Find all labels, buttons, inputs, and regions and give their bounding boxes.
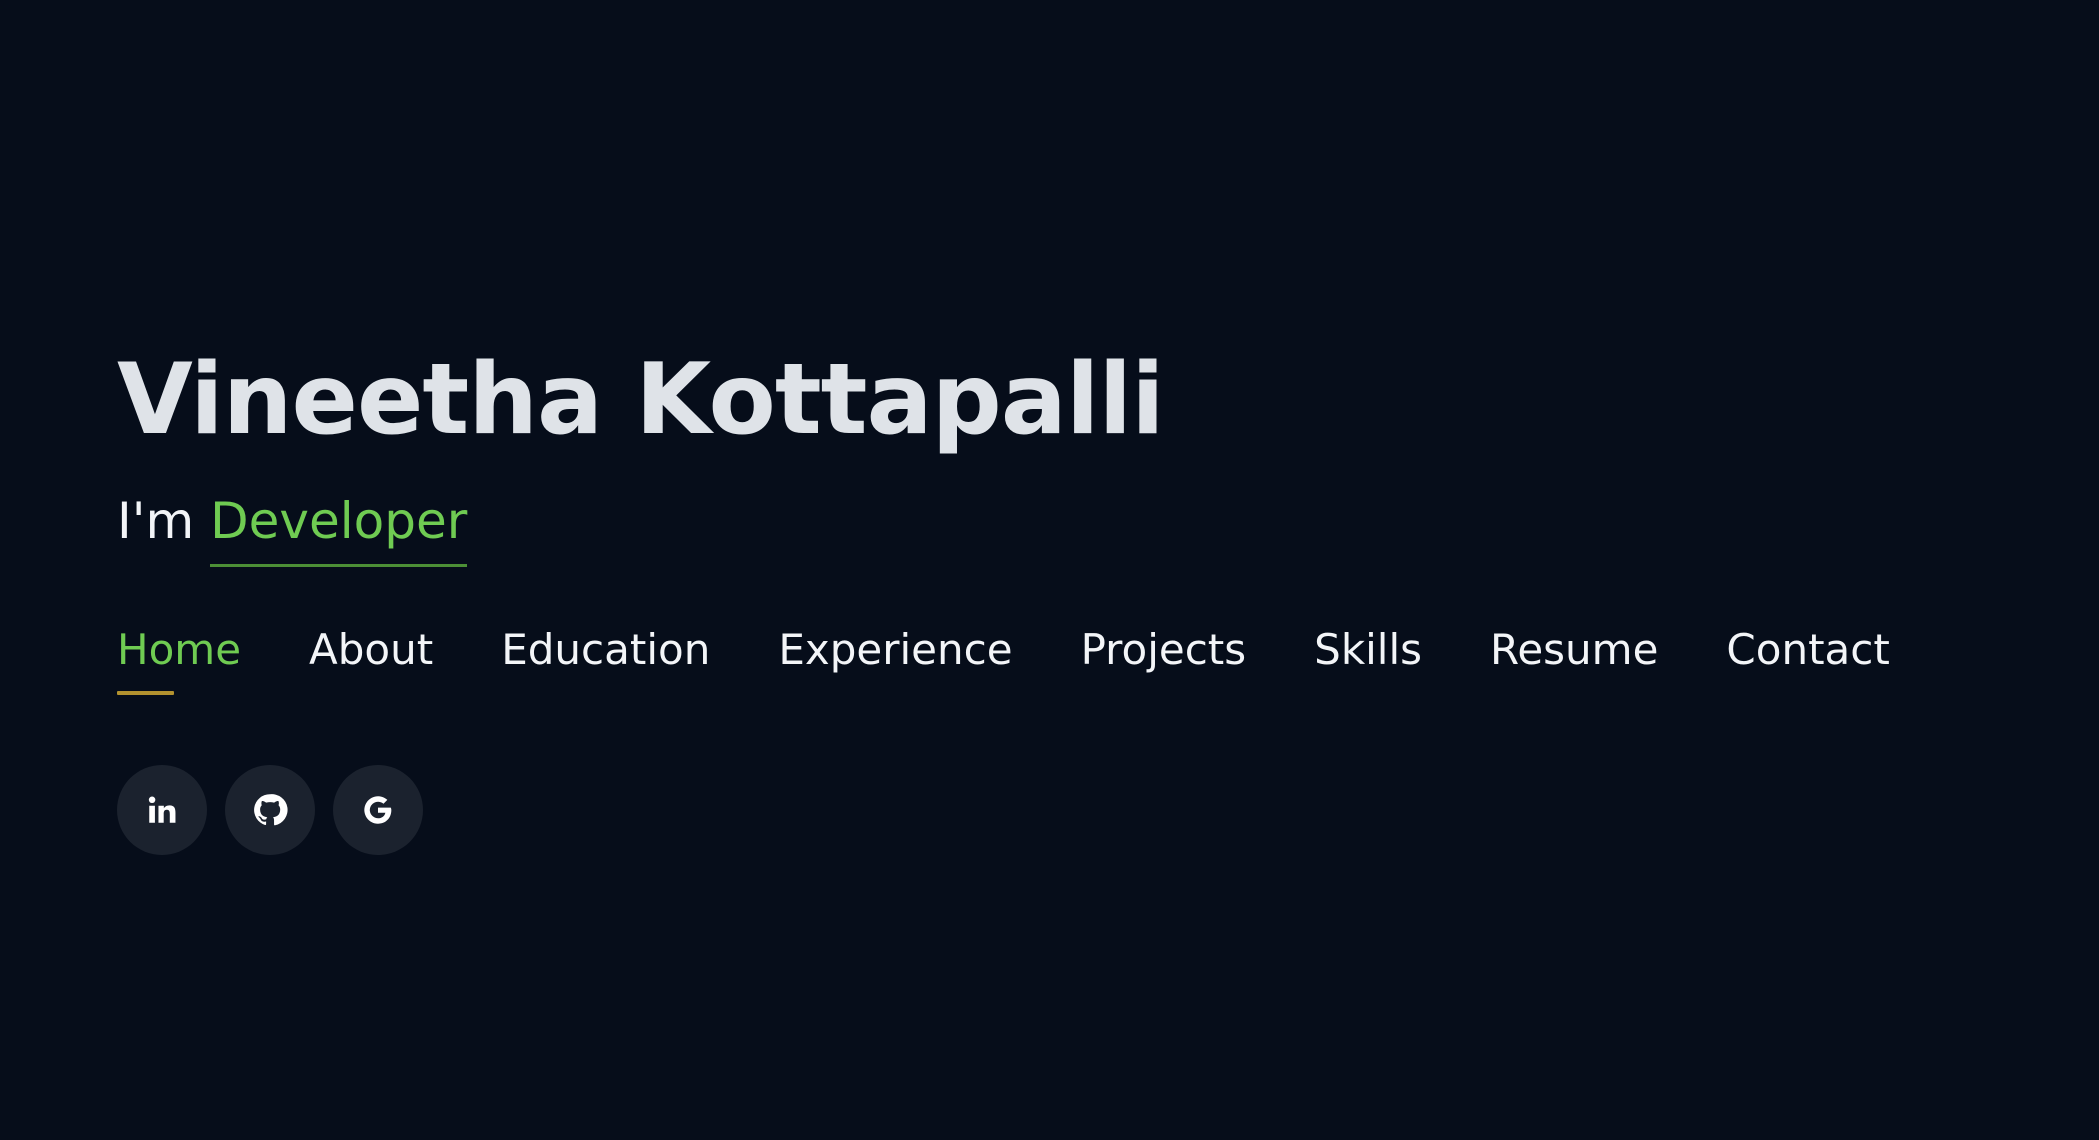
linkedin-button[interactable] xyxy=(117,765,207,855)
github-icon xyxy=(254,794,288,826)
nav-item-about[interactable]: About xyxy=(309,625,433,675)
nav-item-experience[interactable]: Experience xyxy=(778,625,1012,675)
hero-section: Vineetha Kottapalli I'm Developer Home A… xyxy=(117,330,2017,855)
google-button[interactable] xyxy=(333,765,423,855)
social-links xyxy=(117,765,2017,855)
typed-role: Developer xyxy=(210,486,468,567)
nav-item-education[interactable]: Education xyxy=(501,625,710,675)
nav-item-resume[interactable]: Resume xyxy=(1490,625,1658,675)
google-icon xyxy=(364,796,392,824)
hero-tagline: I'm Developer xyxy=(117,486,2017,567)
main-nav: Home About Education Experience Projects… xyxy=(117,625,2017,695)
github-button[interactable] xyxy=(225,765,315,855)
tagline-prefix: I'm xyxy=(117,492,195,550)
nav-item-skills[interactable]: Skills xyxy=(1314,625,1422,675)
nav-item-projects[interactable]: Projects xyxy=(1081,625,1247,675)
nav-item-contact[interactable]: Contact xyxy=(1726,625,1889,675)
hero-name: Vineetha Kottapalli xyxy=(117,343,1165,457)
nav-item-home[interactable]: Home xyxy=(117,625,241,695)
linkedin-icon xyxy=(148,796,176,823)
